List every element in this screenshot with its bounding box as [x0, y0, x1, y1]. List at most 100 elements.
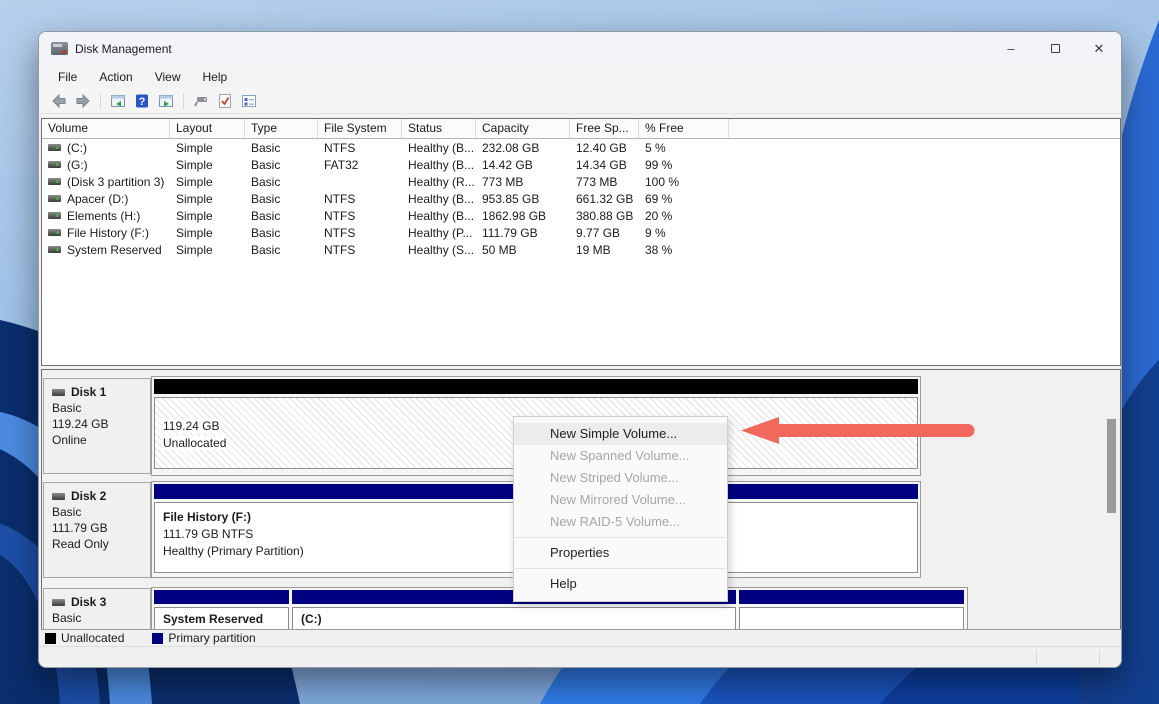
volume-name: (Disk 3 partition 3) [67, 175, 164, 189]
toolbar-separator [183, 93, 184, 109]
header-capacity[interactable]: Capacity [476, 119, 570, 138]
volume-name: (C:) [67, 141, 87, 155]
window-title: Disk Management [75, 42, 172, 56]
header-free-space[interactable]: Free Sp... [570, 119, 639, 138]
volume-type: Basic [245, 192, 318, 206]
disk1-size: 119.24 GB [52, 416, 150, 432]
menu-item-new-raid5-volume[interactable]: New RAID-5 Volume... [514, 511, 727, 533]
disk2-type: Basic [52, 504, 150, 520]
volume-name: File History (F:) [67, 226, 149, 240]
close-button[interactable]: ✕ [1077, 32, 1121, 65]
volume-file-system: FAT32 [318, 158, 402, 172]
volume-layout: Simple [170, 192, 245, 206]
maximize-icon [1051, 44, 1060, 53]
volume-name: (G:) [67, 158, 88, 172]
volume-layout: Simple [170, 209, 245, 223]
disk1-status: Online [52, 432, 150, 448]
menu-view[interactable]: View [144, 67, 192, 87]
volume-icon [48, 246, 61, 253]
volume-pct-free: 5 % [639, 141, 729, 155]
disk1-label-panel[interactable]: Disk 1 Basic 119.24 GB Online [43, 378, 151, 474]
header-status[interactable]: Status [402, 119, 476, 138]
volume-pct-free: 20 % [639, 209, 729, 223]
volume-status: Healthy (B... [402, 141, 476, 155]
header-layout[interactable]: Layout [170, 119, 245, 138]
volume-name: System Reserved [67, 243, 162, 257]
volume-icon [48, 161, 61, 168]
forward-arrow-icon[interactable] [73, 92, 93, 110]
show-console-tree-icon[interactable] [108, 92, 128, 110]
disk3-partition-system-reserved[interactable]: System Reserved [154, 590, 289, 627]
menu-item-new-spanned-volume[interactable]: New Spanned Volume... [514, 445, 727, 467]
minimize-button[interactable]: – [989, 32, 1033, 65]
volume-type: Basic [245, 209, 318, 223]
back-arrow-icon[interactable] [49, 92, 69, 110]
table-row[interactable]: System Reserved Simple Basic NTFS Health… [42, 241, 1120, 258]
header-pct-free[interactable]: % Free [639, 119, 729, 138]
volume-capacity: 14.42 GB [476, 158, 570, 172]
header-file-system[interactable]: File System [318, 119, 402, 138]
disk3-label-panel[interactable]: Disk 3 Basic [43, 588, 151, 629]
disk2-status: Read Only [52, 536, 150, 552]
volume-type: Basic [245, 226, 318, 240]
disk2-size: 111.79 GB [52, 520, 150, 536]
volume-type: Basic [245, 158, 318, 172]
device-status-icon[interactable] [191, 92, 211, 110]
primary-partition-legend-label: Primary partition [168, 631, 255, 645]
disk-icon [52, 493, 65, 500]
commit-check-icon[interactable] [215, 92, 235, 110]
header-volume[interactable]: Volume [42, 119, 170, 138]
volume-layout: Simple [170, 175, 245, 189]
disk3-primary-band [739, 590, 964, 604]
volume-file-system: NTFS [318, 209, 402, 223]
properties-list-icon[interactable] [239, 92, 259, 110]
volume-file-system: NTFS [318, 141, 402, 155]
menu-item-new-mirrored-volume[interactable]: New Mirrored Volume... [514, 489, 727, 511]
volume-status: Healthy (B... [402, 209, 476, 223]
table-row[interactable]: (Disk 3 partition 3) Simple Basic Health… [42, 173, 1120, 190]
volume-pct-free: 9 % [639, 226, 729, 240]
header-type[interactable]: Type [245, 119, 318, 138]
menu-item-help[interactable]: Help [514, 573, 727, 595]
table-row[interactable]: Elements (H:) Simple Basic NTFS Healthy … [42, 207, 1120, 224]
table-row[interactable]: File History (F:) Simple Basic NTFS Heal… [42, 224, 1120, 241]
disk1-name: Disk 1 [71, 384, 106, 400]
menu-help[interactable]: Help [192, 67, 239, 87]
maximize-button[interactable] [1033, 32, 1077, 65]
volume-icon [48, 195, 61, 202]
volume-capacity: 50 MB [476, 243, 570, 257]
svg-text:?: ? [139, 96, 146, 108]
volume-list-body: (C:) Simple Basic NTFS Healthy (B... 232… [42, 139, 1120, 258]
menu-action[interactable]: Action [88, 67, 143, 87]
disk2-label-panel[interactable]: Disk 2 Basic 111.79 GB Read Only [43, 482, 151, 578]
volume-pct-free: 69 % [639, 192, 729, 206]
volume-capacity: 953.85 GB [476, 192, 570, 206]
menu-item-properties[interactable]: Properties [514, 542, 727, 564]
volume-capacity: 1862.98 GB [476, 209, 570, 223]
status-bar [39, 646, 1121, 667]
table-row[interactable]: Apacer (D:) Simple Basic NTFS Healthy (B… [42, 190, 1120, 207]
unallocated-swatch [45, 633, 56, 644]
volume-status: Healthy (S... [402, 243, 476, 257]
volume-capacity: 232.08 GB [476, 141, 570, 155]
help-icon[interactable]: ? [132, 92, 152, 110]
table-row[interactable]: (C:) Simple Basic NTFS Healthy (B... 232… [42, 139, 1120, 156]
show-action-pane-icon[interactable] [156, 92, 176, 110]
volume-list-header: Volume Layout Type File System Status Ca… [42, 119, 1120, 139]
menu-item-new-striped-volume[interactable]: New Striped Volume... [514, 467, 727, 489]
menu-file[interactable]: File [47, 67, 88, 87]
volume-free-space: 14.34 GB [570, 158, 639, 172]
toolbar-separator [100, 93, 101, 109]
disk3-partition-3[interactable] [739, 590, 964, 627]
volume-free-space: 9.77 GB [570, 226, 639, 240]
volume-file-system: NTFS [318, 192, 402, 206]
volume-pct-free: 100 % [639, 175, 729, 189]
disk3-primary-band [154, 590, 289, 604]
volume-free-space: 773 MB [570, 175, 639, 189]
menu-item-new-simple-volume[interactable]: New Simple Volume... [514, 423, 727, 445]
disk1-type: Basic [52, 400, 150, 416]
volume-free-space: 661.32 GB [570, 192, 639, 206]
table-row[interactable]: (G:) Simple Basic FAT32 Healthy (B... 14… [42, 156, 1120, 173]
unallocated-legend-label: Unallocated [61, 631, 124, 645]
vertical-scrollbar-thumb[interactable] [1107, 419, 1116, 513]
